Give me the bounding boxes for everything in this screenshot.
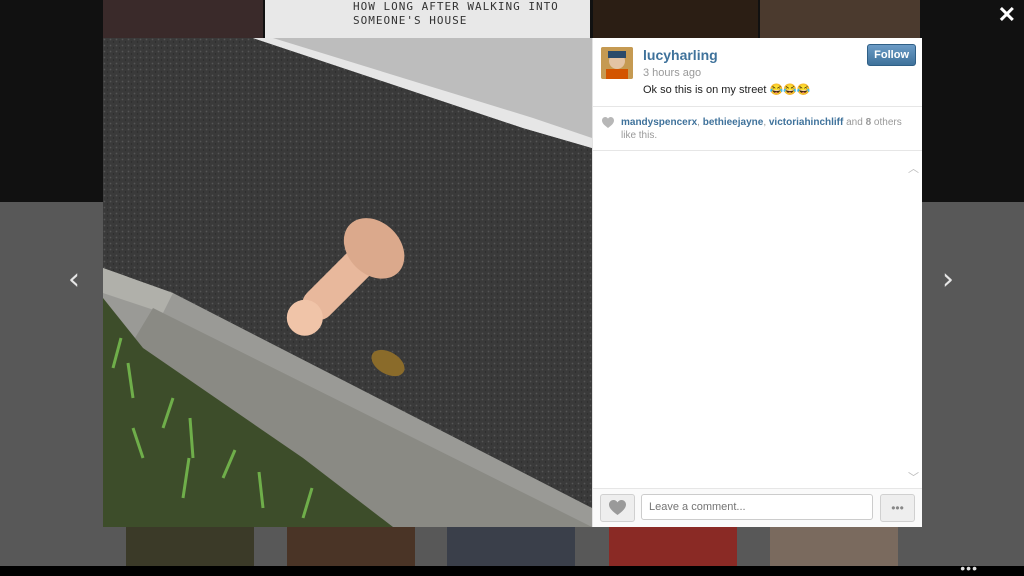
heart-icon (602, 117, 614, 128)
background-thumbnail (760, 0, 920, 38)
post-time: 3 hours ago (643, 67, 702, 79)
more-icon[interactable]: ••• (960, 560, 978, 576)
background-thumbnail (593, 0, 758, 38)
background-bottom-bar (0, 566, 1024, 576)
background-thumbnail (609, 527, 737, 566)
liker-link[interactable]: bethieejayne (703, 117, 764, 128)
avatar[interactable] (601, 47, 633, 79)
post-modal: lucyharling 3 hours ago Ok so this is on… (103, 38, 922, 527)
background-thumbnail (447, 527, 575, 566)
background-thumbnail: HOW LONG AFTER WALKING INTO SOMEONE'S HO… (265, 0, 590, 38)
more-options-button[interactable]: ••• (880, 494, 915, 522)
follow-button[interactable]: Follow (867, 44, 916, 66)
likes-summary: mandyspencerx, bethieejayne, victoriahin… (593, 107, 922, 151)
scroll-up-icon[interactable]: ︿ (908, 160, 919, 176)
avatar-image (601, 47, 633, 79)
scroll-down-icon[interactable]: ﹀ (908, 469, 919, 485)
heart-icon (609, 500, 626, 515)
post-header: lucyharling 3 hours ago Ok so this is on… (593, 38, 922, 107)
background-thumbnail (770, 527, 898, 566)
post-photo (103, 38, 592, 527)
chevron-left-icon[interactable]: ‹ (68, 262, 80, 297)
likes-and-text: and (843, 117, 866, 128)
liker-link[interactable]: victoriahinchliff (769, 117, 843, 128)
comment-input[interactable] (641, 494, 873, 520)
background-thumbnail (126, 527, 254, 566)
comments-list[interactable]: ︿ ﹀ (593, 154, 922, 489)
post-caption: Ok so this is on my street 😂😂😂 (643, 84, 811, 96)
background-thumbnail (103, 0, 263, 38)
photo-image (103, 38, 592, 527)
post-sidebar: lucyharling 3 hours ago Ok so this is on… (592, 38, 922, 527)
close-icon[interactable]: ✕ (998, 2, 1016, 28)
liker-link[interactable]: mandyspencerx (621, 117, 697, 128)
chevron-right-icon[interactable]: › (942, 262, 954, 297)
like-button[interactable] (600, 494, 635, 522)
background-thumbnail (287, 527, 415, 566)
username-link[interactable]: lucyharling (643, 47, 718, 63)
background-sign-text: HOW LONG AFTER WALKING INTO SOMEONE'S HO… (353, 0, 559, 27)
comment-bar: ••• (593, 488, 922, 527)
